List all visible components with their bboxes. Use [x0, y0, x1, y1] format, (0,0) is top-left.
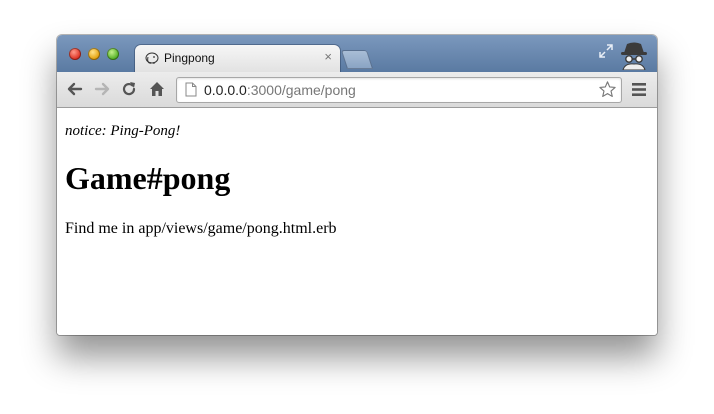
- page-icon: [185, 82, 197, 97]
- home-icon[interactable]: [148, 80, 166, 98]
- flash-notice: notice: Ping-Pong!: [65, 123, 181, 139]
- fullscreen-icon[interactable]: [599, 44, 613, 58]
- url-path: :3000/game/pong: [246, 82, 356, 98]
- tab-title: Pingpong: [164, 51, 215, 65]
- star-icon[interactable]: [598, 80, 617, 99]
- browser-toolbar: 0.0.0.0:3000/game/pong: [57, 72, 657, 108]
- browser-window: Pingpong × 0.0.0.0:3000/game/pong notice…: [57, 35, 657, 335]
- page-title: Game#pong: [65, 160, 231, 196]
- forward-arrow-icon[interactable]: [93, 80, 111, 98]
- page-body-text: Find me in app/views/game/pong.html.erb: [65, 220, 337, 237]
- title-bar: Pingpong ×: [57, 35, 657, 72]
- new-tab-button[interactable]: [340, 50, 374, 69]
- hamburger-menu-icon[interactable]: [632, 83, 646, 96]
- url-host: 0.0.0.0: [204, 82, 247, 98]
- back-arrow-icon[interactable]: [66, 80, 84, 98]
- tab-close-button[interactable]: ×: [324, 49, 332, 64]
- page-content: notice: Ping-Pong! Game#pong Find me in …: [57, 108, 657, 335]
- address-bar[interactable]: 0.0.0.0:3000/game/pong: [176, 77, 622, 103]
- maximize-window-button[interactable]: [107, 48, 119, 60]
- url-text[interactable]: 0.0.0.0:3000/game/pong: [204, 82, 356, 98]
- elephant-favicon-icon: [145, 52, 159, 64]
- close-window-button[interactable]: [69, 48, 81, 60]
- tab-pingpong[interactable]: Pingpong ×: [135, 45, 340, 72]
- reload-icon[interactable]: [120, 80, 138, 98]
- minimize-window-button[interactable]: [88, 48, 100, 60]
- incognito-icon: [621, 42, 647, 70]
